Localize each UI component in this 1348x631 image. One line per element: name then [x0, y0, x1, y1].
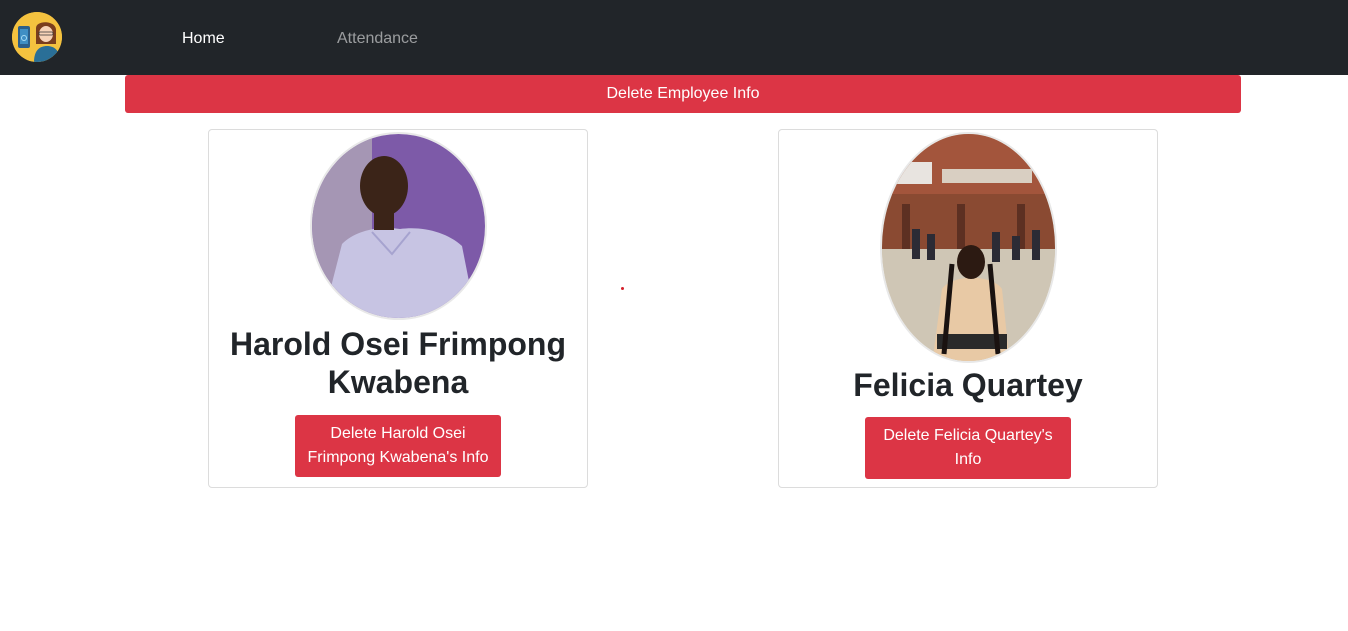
red-dot	[621, 287, 624, 290]
employee-name: Felicia Quartey	[853, 367, 1083, 403]
delete-employee-button[interactable]: Delete Harold Osei Frimpong Kwabena's In…	[295, 415, 501, 477]
delete-employee-info-banner[interactable]: Delete Employee Info	[125, 75, 1241, 113]
employee-card: Felicia Quartey Delete Felicia Quartey's…	[778, 129, 1158, 488]
employee-card: Harold Osei Frimpong Kwabena Delete Haro…	[208, 129, 588, 488]
nav-attendance[interactable]: Attendance	[337, 29, 418, 49]
navbar: Home Attendance	[0, 0, 1348, 75]
employee-photo	[880, 132, 1057, 363]
app-logo-icon[interactable]	[12, 12, 62, 62]
employee-name: Harold Osei Frimpong Kwabena	[229, 326, 567, 400]
nav-home[interactable]: Home	[182, 29, 225, 49]
employee-photo	[310, 132, 487, 320]
delete-employee-button[interactable]: Delete Felicia Quartey's Info	[865, 417, 1071, 479]
